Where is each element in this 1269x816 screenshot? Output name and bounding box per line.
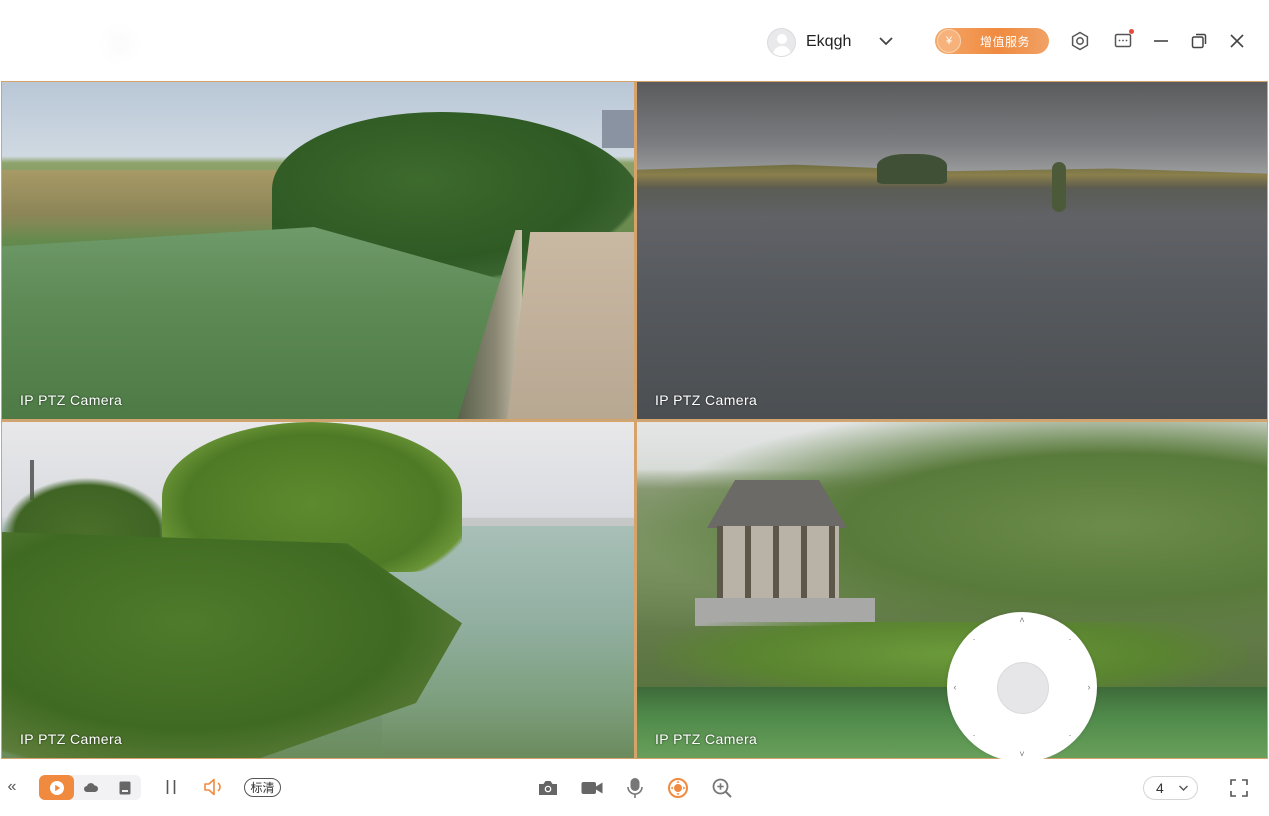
message-icon: [1114, 33, 1132, 48]
sd-card-icon: [119, 781, 131, 795]
cloud-icon: [84, 783, 99, 792]
talk-button[interactable]: [624, 776, 646, 800]
pause-icon: [166, 780, 176, 794]
camera-icon: [539, 781, 557, 795]
camera-label: IP PTZ Camera: [20, 392, 123, 408]
record-button[interactable]: [579, 777, 605, 799]
snapshot-button[interactable]: [536, 777, 560, 799]
ptz-right-arrow[interactable]: ›: [1085, 683, 1093, 692]
zoom-button[interactable]: [710, 776, 734, 800]
fullscreen-icon: [1230, 779, 1248, 797]
avatar[interactable]: [767, 27, 796, 57]
video-tile-2[interactable]: IP PTZ Camera: [636, 81, 1268, 420]
user-menu[interactable]: Ekqgh: [767, 27, 851, 57]
ptz-control-button[interactable]: [666, 776, 690, 800]
playback-mode-switch: [39, 775, 141, 800]
title-bar: Ekqgh ¥ 增值服务: [0, 0, 1269, 80]
bottom-toolbar: « 标清 4: [0, 759, 1269, 816]
coin-icon: ¥: [937, 29, 961, 53]
camera-label: IP PTZ Camera: [20, 731, 123, 747]
video-tile-3[interactable]: IP PTZ Camera: [1, 421, 635, 759]
video-camera-icon: [581, 782, 603, 794]
microphone-icon: [627, 778, 643, 798]
username[interactable]: Ekqgh: [806, 33, 851, 51]
ptz-left-arrow[interactable]: ‹: [951, 683, 959, 692]
app-logo: [100, 20, 140, 68]
close-icon: [1230, 34, 1244, 48]
app-window: Ekqgh ¥ 增值服务 IP PTZ Camera IP PTZ Camera…: [0, 0, 1269, 816]
notification-badge: [1129, 29, 1134, 34]
camera-label: IP PTZ Camera: [655, 731, 758, 747]
live-mode-button[interactable]: [39, 775, 74, 800]
collapse-sidebar-button[interactable]: «: [4, 777, 20, 797]
local-playback-button[interactable]: [117, 780, 133, 796]
settings-button[interactable]: [1069, 30, 1091, 52]
split-screen-select[interactable]: 4: [1143, 776, 1198, 800]
ptz-down-right-arrow[interactable]: ·: [1066, 731, 1074, 740]
ptz-up-right-arrow[interactable]: ·: [1066, 635, 1074, 644]
chevron-down-icon: [1178, 785, 1188, 791]
ptz-down-arrow[interactable]: ˅: [1018, 750, 1026, 759]
chevron-down-icon[interactable]: [878, 34, 894, 48]
fullscreen-button[interactable]: [1228, 777, 1250, 799]
volume-button[interactable]: [202, 776, 226, 798]
ptz-up-arrow[interactable]: ˄: [1018, 616, 1026, 625]
ptz-joystick[interactable]: ˄ ˅ ‹ › · · · ·: [947, 612, 1097, 762]
restore-icon: [1191, 33, 1207, 49]
speaker-icon: [204, 778, 221, 796]
ptz-icon: [668, 778, 688, 798]
play-icon: [49, 780, 64, 795]
video-quality-button[interactable]: 标清: [244, 778, 281, 797]
ptz-down-left-arrow[interactable]: ·: [970, 731, 978, 740]
minimize-icon: [1154, 40, 1168, 42]
camera-label: IP PTZ Camera: [655, 392, 758, 408]
close-button[interactable]: [1226, 30, 1248, 52]
pause-button[interactable]: [162, 777, 180, 797]
minimize-button[interactable]: [1150, 30, 1172, 52]
split-count: 4: [1156, 780, 1164, 796]
ptz-up-left-arrow[interactable]: ·: [970, 635, 978, 644]
zoom-in-icon: [712, 778, 732, 798]
gear-icon: [1071, 31, 1089, 51]
value-added-services-button[interactable]: ¥ 增值服务: [935, 28, 1049, 54]
restore-button[interactable]: [1188, 30, 1210, 52]
cloud-playback-button[interactable]: [83, 780, 99, 796]
value-added-services-label: 增值服务: [980, 34, 1031, 49]
video-tile-1[interactable]: IP PTZ Camera: [1, 81, 635, 420]
ptz-knob[interactable]: [997, 662, 1049, 714]
